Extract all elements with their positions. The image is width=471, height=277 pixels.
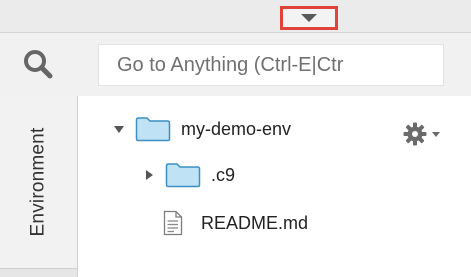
- folder-icon: [135, 117, 171, 142]
- tree-item-label: README.md: [201, 212, 309, 233]
- search-icon[interactable]: [20, 46, 56, 82]
- chevron-down-icon: [301, 14, 317, 22]
- panel-top-strip: [0, 0, 471, 33]
- file-icon: [163, 210, 183, 236]
- caret-right-icon[interactable]: [141, 167, 157, 183]
- side-tab-divider: [0, 268, 78, 277]
- collapse-toggle-button[interactable]: [280, 6, 338, 30]
- environment-tab[interactable]: Environment: [0, 96, 78, 268]
- tree-item-label: .c9: [211, 164, 236, 185]
- go-to-anything-input[interactable]: [98, 44, 444, 86]
- tree-root-row[interactable]: my-demo-env: [111, 114, 291, 144]
- dropdown-caret-icon: [432, 132, 440, 137]
- environment-tab-label: Environment: [27, 127, 49, 237]
- gear-icon: [403, 122, 427, 146]
- tree-root-label: my-demo-env: [181, 118, 292, 139]
- tree-settings-button[interactable]: [402, 121, 446, 147]
- folder-icon: [165, 163, 201, 188]
- tree-item-c9[interactable]: .c9: [141, 160, 235, 190]
- caret-down-icon[interactable]: [111, 121, 127, 137]
- tree-item-readme[interactable]: README.md: [163, 208, 308, 238]
